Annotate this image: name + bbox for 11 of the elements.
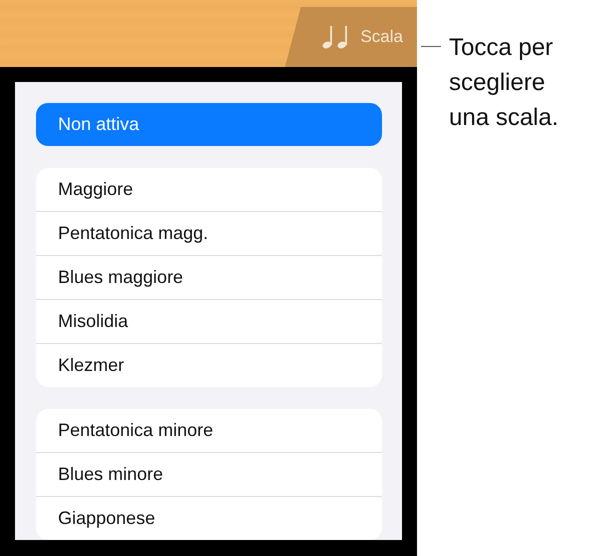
scale-item[interactable]: Maggiore [36,168,382,212]
scale-item[interactable]: Pentatonica minore [36,409,382,453]
scale-item[interactable]: Blues maggiore [36,256,382,300]
leader-line [421,46,441,47]
scale-item[interactable]: Misolidia [36,300,382,344]
callout-text: Tocca per scegliere una scala. [449,33,560,133]
scale-item[interactable]: Blues minore [36,453,382,497]
scale-item[interactable]: Pentatonica magg. [36,212,382,256]
scale-item[interactable]: Giapponese [36,497,382,540]
scale-item[interactable]: Klezmer [36,344,382,387]
selected-scale-item[interactable]: Non attiva [36,103,382,146]
